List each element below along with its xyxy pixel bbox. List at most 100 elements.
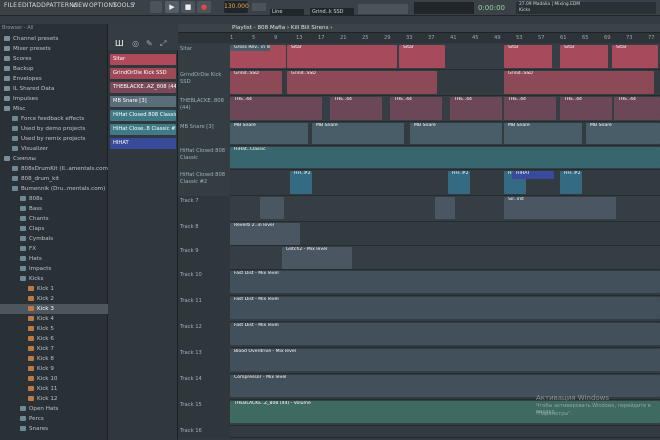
menu-add[interactable]: ADD <box>32 2 46 9</box>
metronome-icon[interactable] <box>252 3 266 11</box>
hihat2-clip[interactable]: HH..#2 <box>560 171 582 194</box>
bass-clip[interactable]: THE..44 <box>390 97 442 120</box>
bass-clip[interactable]: THE..44 <box>450 97 502 120</box>
browser-item[interactable]: Kick 11 <box>0 384 108 394</box>
bass-clip[interactable]: THE..44 <box>614 97 660 120</box>
kick-clip[interactable]: Grind..SSD <box>504 71 654 94</box>
browser-item[interactable]: Cymbals <box>0 234 108 244</box>
track-header[interactable]: Track 12 <box>178 322 230 348</box>
hihat-clip[interactable]: HiHat..Classic <box>230 147 660 168</box>
record-button[interactable]: ● <box>197 1 211 13</box>
browser-item[interactable]: Used by remix projects <box>0 134 108 144</box>
track-lane[interactable] <box>230 426 660 438</box>
automation-clip[interactable]: Glitch2 - Mix level <box>282 247 352 269</box>
hihat2-clip[interactable]: HH..#2 <box>290 171 312 194</box>
sitar-clip[interactable]: Sitar <box>399 45 445 68</box>
browser-item[interactable]: Impulses <box>0 94 108 104</box>
browser-item[interactable]: Kick 4 <box>0 314 108 324</box>
browser-item[interactable]: 808s <box>0 194 108 204</box>
automation-clip[interactable]: Reverb 2..in level <box>230 223 300 245</box>
snare-clip[interactable]: MB Snare <box>586 123 660 144</box>
tempo-display[interactable]: 130.000 <box>224 1 249 13</box>
hihat2-clip[interactable]: HH..#2 <box>448 171 470 194</box>
stop-button[interactable]: ■ <box>181 1 195 13</box>
browser-item[interactable]: Kick 6 <box>0 334 108 344</box>
browser-item[interactable]: Envelopes <box>0 74 108 84</box>
snare-clip[interactable]: MB Snare <box>504 123 582 144</box>
play-button[interactable]: ▶ <box>165 1 179 13</box>
track-header[interactable]: HiHat Closed 808 Classic <box>178 146 230 170</box>
browser-item[interactable]: Hats <box>0 254 108 264</box>
automation-clip[interactable]: Blood Overdrive - Mix level <box>230 349 660 371</box>
bass-clip[interactable]: THE..44 <box>230 97 322 120</box>
browser-item[interactable]: Mixer presets <box>0 44 108 54</box>
automation-clip[interactable]: Sir..irst <box>504 197 616 219</box>
automation-clip[interactable]: Fast Dist - Mix level <box>230 297 660 319</box>
sitar-clip[interactable]: Sitar <box>504 45 552 68</box>
browser-item[interactable]: Kick 1 <box>0 284 108 294</box>
browser-item[interactable]: Bass <box>0 204 108 214</box>
browser-item[interactable]: Claps <box>0 224 108 234</box>
track-header[interactable]: Track 8 <box>178 222 230 246</box>
browser-item[interactable]: Backup <box>0 64 108 74</box>
bass-clip[interactable]: THE..44 <box>330 97 382 120</box>
channel-button[interactable]: HiHat Close..8 Classic #2 <box>110 124 176 135</box>
channel-button[interactable]: THEBLACKE..AZ_808 (44) <box>110 82 176 93</box>
track-header[interactable]: Track 9 <box>178 246 230 270</box>
track-header[interactable]: Sitar <box>178 44 230 70</box>
browser-item[interactable]: Visualizer <box>0 144 108 154</box>
browser-item[interactable]: Misc <box>0 104 108 114</box>
browser-item[interactable]: Kicks <box>0 274 108 284</box>
toolbar-icons[interactable] <box>358 4 408 14</box>
browser-item[interactable]: Kick 10 <box>0 374 108 384</box>
track-header[interactable]: Track 10 <box>178 270 230 296</box>
browser-item[interactable]: Kick 3 <box>0 304 108 314</box>
browser-item[interactable]: Percs <box>0 414 108 424</box>
kick-clip[interactable]: Grind..SSD <box>230 71 282 94</box>
snare-clip[interactable]: MB Snare <box>230 123 308 144</box>
bass-clip[interactable]: THE..44 <box>560 97 612 120</box>
menu-help[interactable]: ? <box>132 2 135 9</box>
zoom-icon[interactable]: ⤢ <box>160 39 166 49</box>
step-icon[interactable]: ◎ <box>132 39 139 48</box>
track-header[interactable]: Track 15 <box>178 400 230 426</box>
browser-item[interactable]: Impacts <box>0 264 108 274</box>
preset-select[interactable]: Grind..k SSD <box>310 8 354 16</box>
snap-select[interactable]: Line <box>270 9 304 16</box>
bass-clip[interactable]: THE..44 <box>504 97 556 120</box>
browser-item[interactable]: FX <box>0 244 108 254</box>
automation-clip[interactable]: Gross Rev.. in level <box>230 45 270 51</box>
browser-item[interactable]: Kick 2 <box>0 294 108 304</box>
snare-clip[interactable]: MB Snare <box>410 123 502 144</box>
playlist-ruler[interactable]: 1 5 9 13 17 21 25 29 33 37 41 45 49 53 57 61 65 69 73 77 <box>178 33 660 43</box>
menu-view[interactable]: VIEW <box>72 2 88 9</box>
browser-item[interactable]: Used by demo projects <box>0 124 108 134</box>
channel-button[interactable]: Sitar <box>110 54 176 65</box>
channel-button[interactable]: HIHAT <box>110 138 176 149</box>
piano-icon[interactable]: Ш <box>115 39 124 48</box>
browser-item[interactable]: Kick 7 <box>0 344 108 354</box>
browser-item[interactable]: 808sDrumKit (Il..amentals.com) <box>0 164 110 174</box>
track-header[interactable]: Track 16 <box>178 426 230 438</box>
track-header[interactable]: Track 7 <box>178 196 230 222</box>
automation-clip[interactable]: Fast Dist - Mix level <box>230 271 660 293</box>
browser-item[interactable]: Snares <box>0 424 108 434</box>
channel-button[interactable]: HiHat Closed 808 Classic <box>110 110 176 121</box>
browser-item[interactable]: Scores <box>0 54 108 64</box>
browser-item[interactable]: Сэмплы <box>0 154 108 164</box>
browser-item[interactable]: IL Shared Data <box>0 84 108 94</box>
track-header[interactable]: THEBLACKE..808 (44) <box>178 96 230 122</box>
browser-item[interactable]: Kick 8 <box>0 354 108 364</box>
track-header[interactable]: Track 11 <box>178 296 230 322</box>
browser-item[interactable]: Kick 5 <box>0 324 108 334</box>
kick-clip[interactable]: Grind..SSD <box>287 71 437 94</box>
automation-clip[interactable] <box>260 197 284 219</box>
edit-icon[interactable]: ✎ <box>146 39 153 48</box>
browser-item[interactable]: Force feedback effects <box>0 114 108 124</box>
sitar-clip[interactable]: Sitar <box>612 45 658 68</box>
browser-item[interactable]: Channel presets <box>0 34 108 44</box>
browser-item[interactable]: Kick 12 <box>0 394 108 404</box>
automation-clip[interactable]: Fast Dist - Mix level <box>230 323 660 345</box>
snare-clip[interactable]: MB Snare <box>312 123 404 144</box>
automation-clip[interactable] <box>435 197 455 219</box>
